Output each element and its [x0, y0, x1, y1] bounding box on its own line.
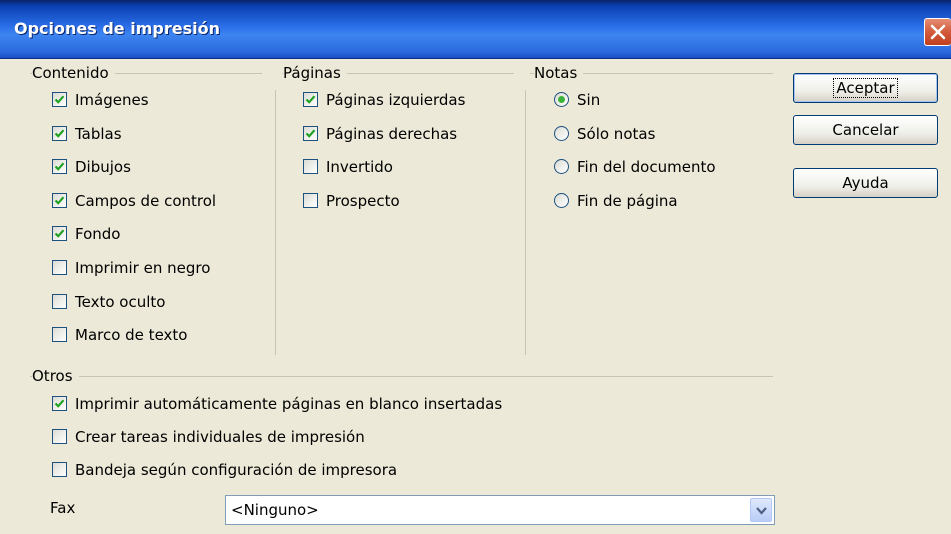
- checkbox-box[interactable]: [52, 396, 67, 411]
- checkbox-box[interactable]: [52, 192, 67, 208]
- checkbox-label: Imágenes: [75, 91, 149, 109]
- column-separator-2: [525, 90, 526, 355]
- fax-label: Fax: [50, 499, 76, 517]
- chevron-down-icon: [756, 507, 767, 515]
- accept-button[interactable]: Aceptar: [793, 73, 938, 103]
- close-button[interactable]: [924, 18, 951, 46]
- cancel-button[interactable]: Cancelar: [793, 115, 938, 145]
- checkbox-box[interactable]: [52, 125, 67, 141]
- fax-select[interactable]: <Ninguno>: [225, 495, 775, 525]
- checkbox-box[interactable]: [303, 125, 318, 141]
- checkmark-icon: [54, 399, 65, 408]
- checkbox-box[interactable]: [52, 226, 67, 242]
- checkbox-box[interactable]: [303, 92, 318, 107]
- checkbox-label: Páginas izquierdas: [326, 91, 466, 109]
- column-separator-1: [275, 90, 276, 355]
- checkbox-label: Prospecto: [326, 191, 400, 210]
- checkmark-icon: [305, 129, 316, 138]
- checkbox-label: Invertido: [326, 158, 393, 177]
- checkbox-label: Dibujos: [75, 158, 131, 177]
- radio-button[interactable]: [554, 159, 569, 175]
- checkbox-box[interactable]: [52, 159, 67, 175]
- otros-heading: Otros: [32, 367, 79, 385]
- checkbox-label: Bandeja según configuración de impresora: [75, 461, 398, 479]
- radio-dot-icon: [558, 96, 565, 103]
- checkmark-icon: [54, 162, 65, 171]
- radio-label: Fin de página: [577, 191, 678, 210]
- radio-label: Sin: [577, 91, 601, 109]
- checkbox-label: Tablas: [75, 124, 122, 143]
- checkbox-label: Texto oculto: [75, 292, 166, 311]
- help-button[interactable]: Ayuda: [793, 168, 938, 198]
- close-icon: [930, 24, 946, 40]
- checkbox-box[interactable]: [52, 462, 67, 477]
- accept-button-label: Aceptar: [833, 78, 898, 98]
- checkbox-box[interactable]: [52, 260, 67, 275]
- checkbox-label: Imprimir en negro: [75, 259, 211, 277]
- checkbox-label: Crear tareas individuales de impresión: [75, 428, 365, 446]
- radio-button[interactable]: [554, 192, 569, 208]
- checkmark-icon: [54, 196, 65, 205]
- checkmark-icon: [54, 229, 65, 239]
- radio-button[interactable]: [554, 92, 569, 107]
- checkbox-box[interactable]: [52, 327, 67, 343]
- checkbox-label: Páginas derechas: [326, 124, 458, 143]
- checkbox-label: Fondo: [75, 225, 121, 244]
- otros-divider: [30, 376, 773, 377]
- fax-select-value: <Ninguno>: [231, 501, 319, 519]
- window-title: Opciones de impresión: [14, 19, 220, 38]
- checkbox-label: Campos de control: [75, 191, 217, 210]
- checkmark-icon: [54, 95, 65, 104]
- fax-dropdown-button[interactable]: [750, 498, 772, 522]
- checkmark-icon: [305, 95, 316, 104]
- radio-label: Sólo notas: [577, 124, 656, 143]
- contenido-heading: Contenido: [32, 64, 115, 82]
- checkbox-box[interactable]: [303, 159, 318, 175]
- checkbox-box[interactable]: [303, 192, 318, 208]
- paginas-heading: Páginas: [283, 64, 347, 82]
- checkbox-box[interactable]: [52, 429, 67, 444]
- title-bar: Opciones de impresión: [0, 0, 951, 59]
- checkbox-box[interactable]: [52, 293, 67, 309]
- notas-heading: Notas: [534, 64, 584, 82]
- checkmark-icon: [54, 129, 65, 138]
- radio-label: Fin del documento: [577, 158, 716, 177]
- checkbox-label: Marco de texto: [75, 326, 188, 345]
- radio-button[interactable]: [554, 125, 569, 141]
- checkbox-box[interactable]: [52, 92, 67, 107]
- checkbox-label: Imprimir automáticamente páginas en blan…: [75, 395, 503, 413]
